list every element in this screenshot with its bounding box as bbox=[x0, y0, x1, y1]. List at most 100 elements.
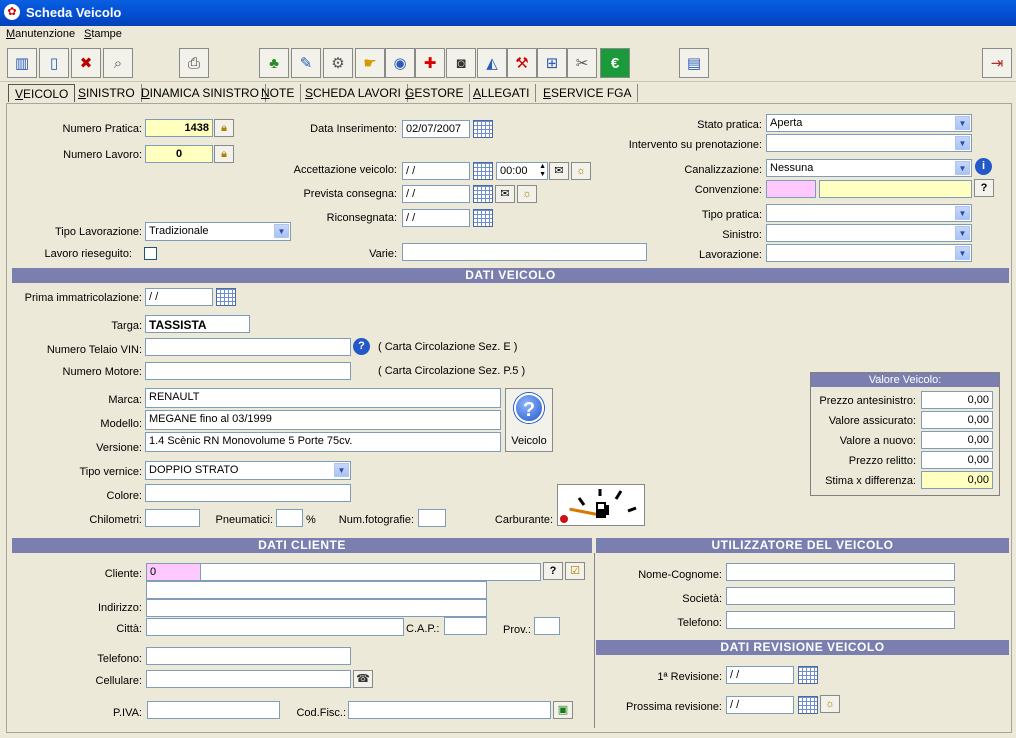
indirizzo-line1-field[interactable] bbox=[146, 581, 487, 599]
citta-field[interactable] bbox=[146, 618, 404, 636]
marca-field[interactable]: RENAULT bbox=[145, 388, 501, 408]
utilizzatore-telefono-field[interactable] bbox=[726, 611, 955, 629]
sun-icon[interactable]: ☼ bbox=[820, 695, 840, 713]
societa-field[interactable] bbox=[726, 587, 955, 605]
calendar-icon[interactable] bbox=[473, 120, 493, 138]
piva-field[interactable] bbox=[147, 701, 280, 719]
id-card-icon[interactable]: ▣ bbox=[553, 701, 573, 719]
telefono-field[interactable] bbox=[146, 647, 351, 665]
sinistro-select[interactable]: ▼ bbox=[766, 224, 972, 242]
new-document-icon[interactable]: ▯ bbox=[39, 48, 69, 78]
info-icon[interactable]: i bbox=[975, 158, 992, 175]
help-icon[interactable]: ? bbox=[974, 179, 994, 197]
payment-card-icon[interactable]: ▤ bbox=[679, 48, 709, 78]
car-lift-icon[interactable]: ⚙ bbox=[323, 48, 353, 78]
lavoro-rieseguito-checkbox[interactable] bbox=[144, 247, 157, 260]
nome-cognome-field[interactable] bbox=[726, 563, 955, 581]
tab-eservice-fga[interactable]: ESERVICE FGA bbox=[537, 84, 639, 102]
valore-nuovo-field[interactable]: 0,00 bbox=[921, 431, 993, 449]
data-inserimento-field[interactable]: 02/07/2007 bbox=[402, 120, 470, 138]
convenzione-desc-field[interactable] bbox=[819, 180, 972, 198]
camera-icon[interactable]: ◙ bbox=[446, 48, 476, 78]
help-icon[interactable]: ? bbox=[543, 562, 563, 580]
stato-pratica-select[interactable]: Aperta ▼ bbox=[766, 114, 972, 132]
euro-icon[interactable]: € bbox=[600, 48, 630, 78]
codfisc-field[interactable] bbox=[348, 701, 551, 719]
tipo-lavorazione-select[interactable]: Tradizionale ▼ bbox=[145, 222, 291, 241]
wrench-icon[interactable]: ✂ bbox=[567, 48, 597, 78]
colore-field[interactable] bbox=[145, 484, 351, 502]
veicolo-button[interactable]: ? Veicolo bbox=[505, 388, 553, 452]
cliente-name-field[interactable] bbox=[200, 563, 541, 581]
prov-field[interactable] bbox=[534, 617, 560, 635]
help-icon[interactable]: ? bbox=[353, 338, 370, 355]
envelope-icon[interactable]: ✉ bbox=[549, 162, 569, 180]
tab-gestore[interactable]: GESTORE bbox=[399, 84, 471, 102]
prossima-revisione-field[interactable]: / / bbox=[726, 696, 794, 714]
prevista-consegna-field[interactable]: / / bbox=[402, 185, 470, 203]
tab-sinistro[interactable]: SINISTRO bbox=[72, 84, 142, 102]
versione-field[interactable]: 1.4 Scènic RN Monovolume 5 Porte 75cv. bbox=[145, 432, 501, 452]
car-icon[interactable]: ◉ bbox=[385, 48, 415, 78]
edit-icon[interactable]: ✎ bbox=[291, 48, 321, 78]
tab-allegati[interactable]: ALLEGATI bbox=[467, 84, 537, 102]
prima-revisione-field[interactable]: / / bbox=[726, 666, 794, 684]
calendar-icon[interactable] bbox=[798, 666, 818, 684]
tab-dinamica-sinistro[interactable]: DINAMICA SINISTRO bbox=[135, 84, 267, 102]
phone-icon[interactable]: ☎ bbox=[353, 670, 373, 688]
calendar-icon[interactable] bbox=[473, 162, 493, 180]
prezzo-antesinistro-field[interactable]: 0,00 bbox=[921, 391, 993, 409]
canalizzazione-select[interactable]: Nessuna ▼ bbox=[766, 159, 972, 177]
list-icon[interactable]: ▥ bbox=[7, 48, 37, 78]
accettazione-date-field[interactable]: / / bbox=[402, 162, 470, 180]
tab-veicolo[interactable]: VEICOLO bbox=[8, 84, 76, 102]
pneumatici-field[interactable] bbox=[276, 509, 303, 527]
tipo-vernice-select[interactable]: DOPPIO STRATO ▼ bbox=[145, 461, 351, 480]
telaio-field[interactable] bbox=[145, 338, 351, 356]
cap-field[interactable] bbox=[444, 617, 487, 635]
num-fotografie-field[interactable] bbox=[418, 509, 446, 527]
intervento-select[interactable]: ▼ bbox=[766, 134, 972, 152]
valore-assicurato-field[interactable]: 0,00 bbox=[921, 411, 993, 429]
sun-icon[interactable]: ☼ bbox=[517, 185, 537, 203]
fuel-gauge[interactable] bbox=[557, 484, 645, 526]
sun-icon[interactable]: ☼ bbox=[571, 162, 591, 180]
accettazione-time-field[interactable]: 00:00 ▲ ▼ bbox=[496, 162, 548, 180]
tab-scheda-lavori[interactable]: SCHEDA LAVORI bbox=[299, 84, 408, 102]
prima-immatricolazione-field[interactable]: / / bbox=[145, 288, 213, 306]
tools-icon[interactable]: ⚒ bbox=[507, 48, 537, 78]
scanner-icon[interactable]: ◭ bbox=[477, 48, 507, 78]
lock-icon[interactable]: 🔒︎ bbox=[214, 119, 234, 137]
cellulare-field[interactable] bbox=[146, 670, 351, 688]
modello-field[interactable]: MEGANE fino al 03/1999 bbox=[145, 410, 501, 430]
search-icon[interactable]: ⌕ bbox=[103, 48, 133, 78]
print-icon[interactable]: ⎙ bbox=[179, 48, 209, 78]
checklist-icon[interactable]: ☑ bbox=[565, 562, 585, 580]
envelope-icon[interactable]: ✉ bbox=[495, 185, 515, 203]
calendar-icon[interactable] bbox=[473, 209, 493, 227]
tab-note[interactable]: NOTE bbox=[255, 84, 302, 102]
menu-manutenzione[interactable]: Manutenzione bbox=[6, 28, 75, 40]
lavorazione-select[interactable]: ▼ bbox=[766, 244, 972, 262]
numero-pratica-field[interactable]: 1438 bbox=[145, 119, 213, 137]
riconsegnata-field[interactable]: / / bbox=[402, 209, 470, 227]
tipo-pratica-select[interactable]: ▼ bbox=[766, 204, 972, 222]
motore-field[interactable] bbox=[145, 362, 351, 380]
convenzione-code-field[interactable] bbox=[766, 180, 816, 198]
cart-icon[interactable]: ⊞ bbox=[537, 48, 567, 78]
tree-icon[interactable]: ♣ bbox=[259, 48, 289, 78]
numero-lavoro-field[interactable]: 0 bbox=[145, 145, 213, 163]
calendar-icon[interactable] bbox=[798, 696, 818, 714]
calendar-icon[interactable] bbox=[473, 185, 493, 203]
spinner-icon[interactable]: ▲ ▼ bbox=[539, 163, 546, 179]
cliente-code-field[interactable]: 0 bbox=[146, 563, 201, 581]
stima-differenza-field[interactable]: 0,00 bbox=[921, 471, 993, 489]
prezzo-relitto-field[interactable]: 0,00 bbox=[921, 451, 993, 469]
menu-stampe[interactable]: Stampe bbox=[84, 28, 122, 40]
targa-field[interactable]: TASSISTA bbox=[145, 315, 250, 333]
first-aid-icon[interactable]: ✚ bbox=[415, 48, 445, 78]
indirizzo-line2-field[interactable] bbox=[146, 599, 487, 617]
hand-icon[interactable]: ☛ bbox=[355, 48, 385, 78]
chilometri-field[interactable] bbox=[145, 509, 200, 527]
exit-icon[interactable]: ⇥ bbox=[982, 48, 1012, 78]
